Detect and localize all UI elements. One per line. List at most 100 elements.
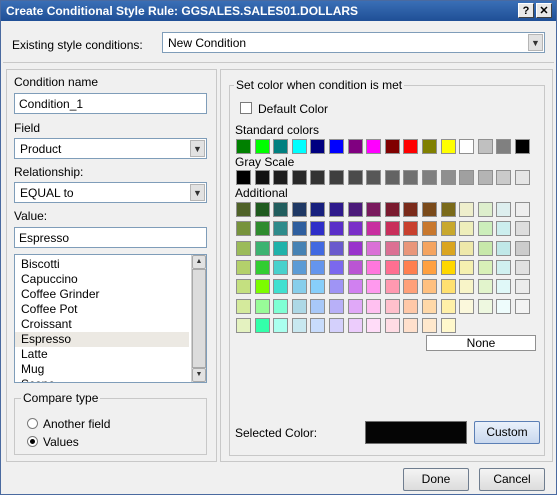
color-swatch[interactable] [329, 170, 344, 185]
color-swatch[interactable] [403, 259, 418, 275]
color-swatch[interactable] [273, 139, 288, 154]
color-swatch[interactable] [515, 240, 530, 256]
color-swatch[interactable] [422, 240, 437, 256]
color-swatch[interactable] [292, 259, 307, 275]
color-swatch[interactable] [329, 202, 344, 217]
color-swatch[interactable] [496, 298, 511, 314]
color-swatch[interactable] [515, 139, 530, 154]
color-swatch[interactable] [348, 202, 363, 217]
color-swatch[interactable] [236, 279, 251, 295]
color-swatch[interactable] [273, 259, 288, 275]
color-swatch[interactable] [292, 279, 307, 295]
color-swatch[interactable] [310, 139, 325, 154]
list-item[interactable]: Latte [15, 347, 189, 362]
color-swatch[interactable] [459, 279, 474, 295]
color-swatch[interactable] [459, 298, 474, 314]
color-swatch[interactable] [385, 202, 400, 217]
color-swatch[interactable] [236, 139, 251, 154]
color-swatch[interactable] [236, 240, 251, 256]
color-swatch[interactable] [366, 202, 381, 217]
color-swatch[interactable] [385, 221, 400, 237]
color-swatch[interactable] [403, 317, 418, 333]
default-color-label[interactable]: Default Color [258, 102, 328, 116]
color-swatch[interactable] [385, 298, 400, 314]
color-swatch[interactable] [403, 279, 418, 295]
color-swatch[interactable] [329, 259, 344, 275]
done-button[interactable]: Done [403, 468, 469, 491]
color-swatch[interactable] [255, 279, 270, 295]
color-swatch[interactable] [422, 298, 437, 314]
color-swatch[interactable] [366, 259, 381, 275]
color-swatch[interactable] [310, 170, 325, 185]
radio-another-field[interactable] [27, 418, 38, 429]
chevron-down-icon[interactable]: ▼ [190, 140, 205, 157]
list-item[interactable]: Capuccino [15, 272, 189, 287]
color-swatch[interactable] [459, 259, 474, 275]
scroll-down-icon[interactable]: ▼ [192, 368, 206, 382]
color-swatch[interactable] [441, 202, 456, 217]
color-swatch[interactable] [459, 170, 474, 185]
color-swatch[interactable] [310, 259, 325, 275]
color-swatch[interactable] [496, 139, 511, 154]
color-swatch[interactable] [496, 221, 511, 237]
color-swatch[interactable] [403, 221, 418, 237]
color-swatch[interactable] [441, 317, 456, 333]
color-swatch[interactable] [273, 240, 288, 256]
color-swatch[interactable] [441, 139, 456, 154]
color-swatch[interactable] [292, 221, 307, 237]
color-swatch[interactable] [366, 279, 381, 295]
color-swatch[interactable] [459, 221, 474, 237]
scroll-up-icon[interactable]: ▲ [192, 255, 206, 269]
color-swatch[interactable] [348, 221, 363, 237]
values-list[interactable]: ▲ ▼ Biscotti Capuccino Coffee Grinder Coffe… [14, 254, 207, 383]
color-swatch[interactable] [496, 170, 511, 185]
color-swatch[interactable] [236, 298, 251, 314]
color-swatch[interactable] [422, 317, 437, 333]
color-swatch[interactable] [255, 259, 270, 275]
color-swatch[interactable] [385, 240, 400, 256]
color-swatch[interactable] [441, 221, 456, 237]
color-swatch[interactable] [348, 240, 363, 256]
color-swatch[interactable] [273, 170, 288, 185]
color-swatch[interactable] [459, 202, 474, 217]
color-swatch[interactable] [403, 139, 418, 154]
color-swatch[interactable] [273, 221, 288, 237]
color-swatch[interactable] [515, 279, 530, 295]
color-swatch[interactable] [515, 298, 530, 314]
color-swatch[interactable] [236, 202, 251, 217]
list-item[interactable]: Coffee Grinder [15, 287, 189, 302]
color-swatch[interactable] [273, 317, 288, 333]
color-swatch[interactable] [422, 170, 437, 185]
chevron-down-icon[interactable]: ▼ [190, 184, 205, 201]
color-swatch[interactable] [255, 202, 270, 217]
values-list-scrollbar[interactable]: ▲ ▼ [191, 255, 206, 382]
color-swatch[interactable] [273, 298, 288, 314]
list-item[interactable]: Scone [15, 377, 189, 382]
condition-name-input[interactable] [15, 94, 206, 113]
color-swatch[interactable] [273, 279, 288, 295]
help-icon[interactable]: ? [518, 3, 534, 18]
color-swatch[interactable] [422, 139, 437, 154]
color-swatch[interactable] [273, 202, 288, 217]
color-swatch[interactable] [478, 202, 493, 217]
color-swatch[interactable] [348, 259, 363, 275]
color-swatch[interactable] [329, 139, 344, 154]
color-swatch[interactable] [478, 298, 493, 314]
color-swatch[interactable] [329, 221, 344, 237]
color-swatch[interactable] [478, 221, 493, 237]
color-swatch[interactable] [329, 298, 344, 314]
color-swatch[interactable] [310, 317, 325, 333]
scroll-thumb[interactable] [192, 269, 206, 368]
color-swatch[interactable] [348, 317, 363, 333]
color-swatch[interactable] [385, 259, 400, 275]
color-swatch[interactable] [403, 240, 418, 256]
color-swatch[interactable] [496, 202, 511, 217]
color-swatch[interactable] [385, 317, 400, 333]
list-item[interactable]: Espresso [15, 332, 189, 347]
color-swatch[interactable] [422, 259, 437, 275]
color-swatch[interactable] [255, 221, 270, 237]
color-swatch[interactable] [348, 170, 363, 185]
chevron-down-icon[interactable]: ▼ [528, 34, 543, 51]
color-swatch[interactable] [292, 139, 307, 154]
color-swatch[interactable] [236, 221, 251, 237]
